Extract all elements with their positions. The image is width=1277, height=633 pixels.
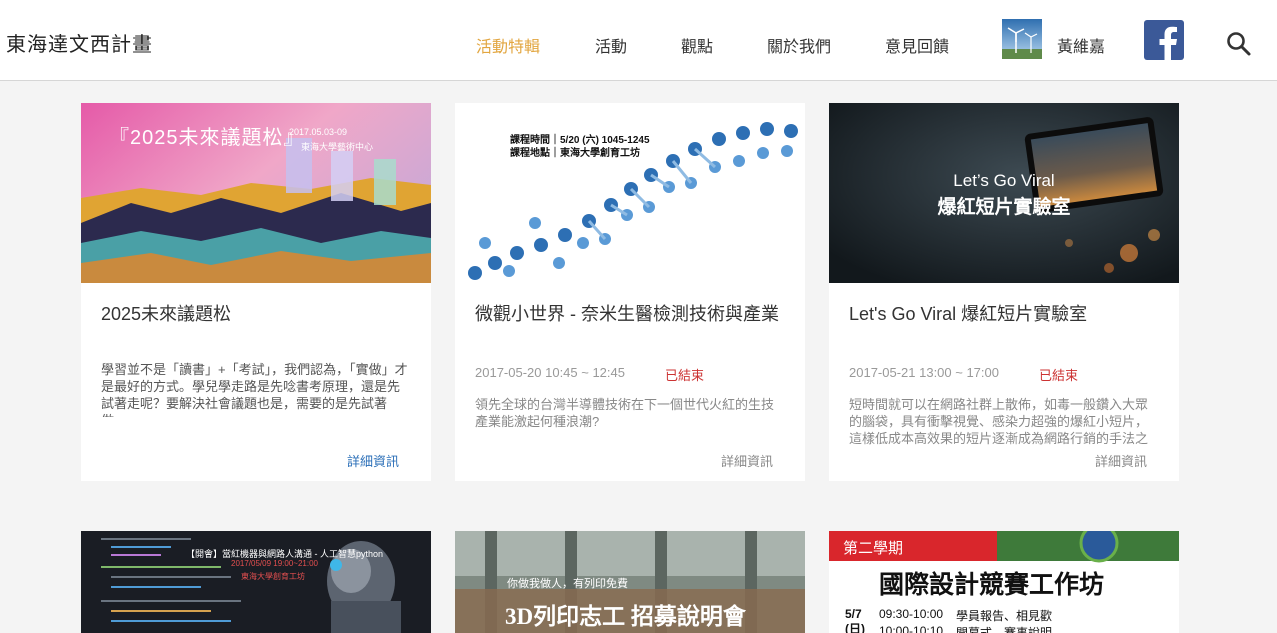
details-link[interactable]: 詳細資訊	[347, 451, 399, 470]
event-card-image[interactable]: 『2025未來議題松』 2017.05.03-09 東海大學藝術中心	[81, 103, 431, 283]
event-description: 短時間就可以在網路社群上散佈，如毒一般鑽入大眾的腦袋，具有衝擊視覺、感染力超強的…	[849, 397, 1149, 446]
user-name[interactable]: 黃維嘉	[1057, 33, 1105, 57]
image-date: 2017.05.03-09	[289, 127, 348, 137]
nav-item-about[interactable]: 關於我們	[767, 33, 831, 57]
event-title[interactable]: 2025未來議題松	[101, 302, 411, 327]
details-link[interactable]: 詳細資訊	[721, 451, 773, 470]
event-card[interactable]: 第二學期 國際設計競賽工作坊 5/7 (日) 09:30-10:00 學員報告、…	[829, 531, 1179, 633]
nav-item-viewpoints[interactable]: 觀點	[681, 33, 713, 57]
image-venue: 課程地點｜東海大學創育工坊	[510, 148, 640, 159]
image-time: 10:00-10:10	[879, 624, 944, 633]
image-time: 09:30-10:00	[879, 607, 944, 621]
event-title[interactable]: Let's Go Viral 爆紅短片實驗室	[849, 302, 1159, 327]
image-tag: 第二學期	[843, 540, 904, 557]
status-badge: 已結束	[665, 368, 705, 383]
image-title: 國際設計競賽工作坊	[879, 571, 1105, 599]
image-venue: 東海大學創育工坊	[241, 572, 305, 581]
status-badge: 已結束	[1039, 368, 1079, 383]
image-day: (日)	[845, 622, 865, 633]
event-card[interactable]: 【開會】當紅機器與網路人溝通 - 人工智慧python 2017/05/09 1…	[81, 531, 431, 633]
site-header: 東海達文西計畫 活動特輯 活動 觀點 關於我們 意見回饋 黃維嘉	[0, 0, 1277, 81]
image-date: 2017/05/09 19:00~21:00	[231, 559, 318, 568]
event-card-image[interactable]: Let’s Go Viral 爆紅短片實驗室	[829, 103, 1179, 283]
image-title-zh: 爆紅短片實驗室	[937, 197, 1071, 218]
event-card[interactable]: 『2025未來議題松』 2017.05.03-09 東海大學藝術中心 2025未…	[81, 103, 431, 481]
facebook-icon[interactable]	[1144, 20, 1184, 60]
event-card-image[interactable]: 【開會】當紅機器與網路人溝通 - 人工智慧python 2017/05/09 1…	[81, 531, 431, 633]
avatar[interactable]	[1002, 19, 1042, 59]
event-card-image[interactable]: 課程時間｜5/20 (六) 1045-1245 課程地點｜東海大學創育工坊	[455, 103, 805, 283]
image-title: 3D列印志工 招募說明會	[505, 604, 746, 629]
nav-item-feedback[interactable]: 意見回饋	[885, 33, 949, 57]
image-title-en: Let’s Go Viral	[953, 171, 1055, 190]
event-card[interactable]: 課程時間｜5/20 (六) 1045-1245 課程地點｜東海大學創育工坊 微觀…	[455, 103, 805, 481]
event-card-image[interactable]: 第二學期 國際設計競賽工作坊 5/7 (日) 09:30-10:00 學員報告、…	[829, 531, 1179, 633]
event-card[interactable]: 你做我做人，有列印免費 3D列印志工 招募說明會	[455, 531, 805, 633]
event-title[interactable]: 微觀小世界 - 奈米生醫檢測技術與產業	[475, 302, 785, 327]
image-venue: 東海大學藝術中心	[301, 142, 374, 152]
event-description: 領先全球的台灣半導體技術在下一個世代火紅的生技產業能激起何種浪潮?	[475, 397, 775, 429]
site-title[interactable]: 東海達文西計畫	[6, 28, 153, 57]
details-link[interactable]: 詳細資訊	[1095, 451, 1147, 470]
image-event: 開幕式、賽事說明	[956, 626, 1053, 633]
event-card[interactable]: Let’s Go Viral 爆紅短片實驗室 Let's Go Viral 爆紅…	[829, 103, 1179, 481]
image-subtitle: 你做我做人，有列印免費	[507, 578, 628, 590]
image-event: 學員報告、相見歡	[956, 609, 1053, 623]
event-datetime: 2017-05-21 13:00 ~ 17:00	[849, 365, 999, 380]
image-date: 5/7	[845, 607, 862, 621]
event-description: 學習並不是「讀書」+「考試」，我們認為，「實做」才是最好的方式。學兒學走路是先唸…	[101, 362, 408, 417]
image-title: 『2025未來議題松』	[109, 127, 305, 149]
search-icon[interactable]	[1226, 31, 1252, 57]
event-datetime: 2017-05-20 10:45 ~ 12:45	[475, 365, 625, 380]
event-card-image[interactable]: 你做我做人，有列印免費 3D列印志工 招募說明會	[455, 531, 805, 633]
nav-item-featured[interactable]: 活動特輯	[476, 33, 540, 57]
nav-item-events[interactable]: 活動	[595, 33, 627, 57]
